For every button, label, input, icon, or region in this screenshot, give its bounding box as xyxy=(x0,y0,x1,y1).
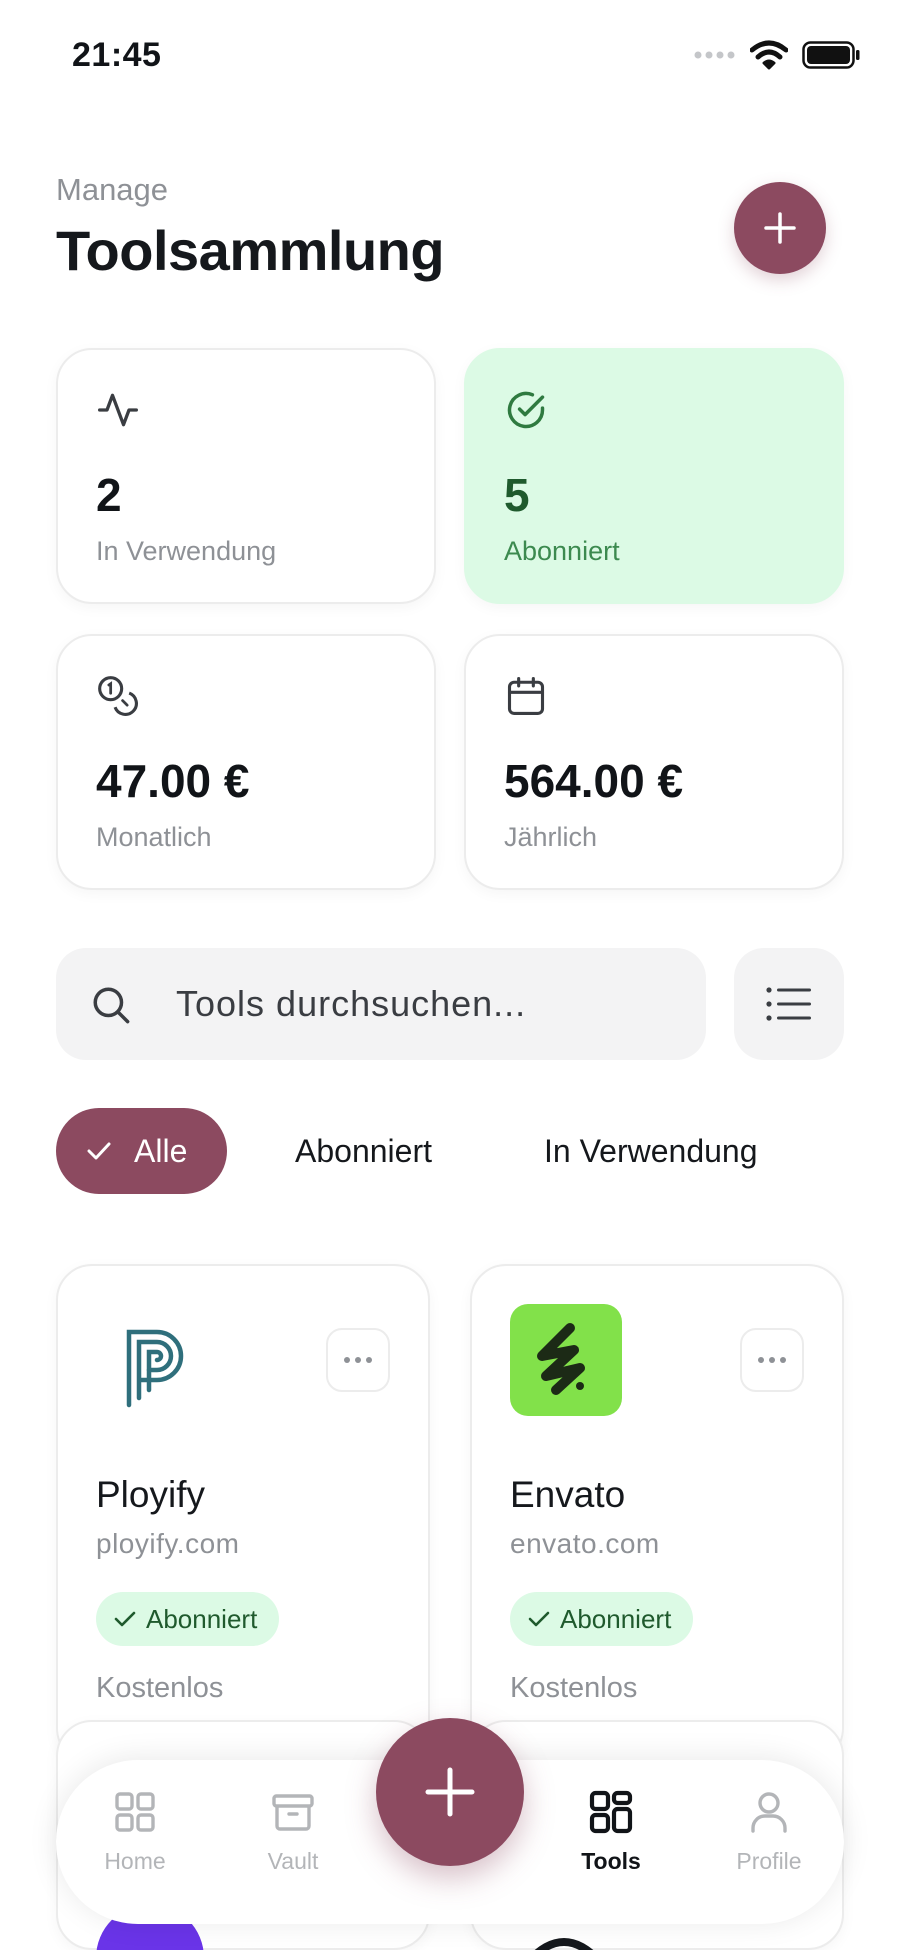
tool-card-ployify[interactable]: Ployify ployify.com Abonniert Kostenlos xyxy=(56,1264,430,1764)
search-input[interactable] xyxy=(176,948,676,1060)
stat-value: 5 xyxy=(504,469,530,521)
filter-chip-in-use[interactable]: In Verwendung xyxy=(544,1108,758,1194)
nav-item-vault[interactable]: Vault xyxy=(228,1788,358,1875)
tool-name: Ployify xyxy=(96,1474,205,1515)
nav-item-profile[interactable]: Profile xyxy=(704,1788,834,1875)
nav-label: Vault xyxy=(267,1848,319,1874)
fab-add-button[interactable] xyxy=(376,1718,524,1866)
more-dot xyxy=(769,1357,775,1363)
nav-label: Tools xyxy=(581,1848,641,1874)
status-icons xyxy=(694,40,860,70)
tool-price: Kostenlos xyxy=(510,1672,638,1704)
check-circle-icon xyxy=(507,391,545,429)
status-bar: 21:45 xyxy=(0,0,900,110)
tool-price: Kostenlos xyxy=(96,1672,224,1704)
wifi-icon xyxy=(750,40,788,70)
more-options-button[interactable] xyxy=(740,1328,804,1392)
archive-icon xyxy=(272,1794,314,1831)
tool-card-envato[interactable]: Envato envato.com Abonniert Kostenlos xyxy=(470,1264,844,1764)
stat-label: Monatlich xyxy=(96,822,212,852)
battery-icon xyxy=(802,41,860,69)
signal-icon xyxy=(694,51,735,59)
filter-chip-label: Alle xyxy=(134,1132,188,1169)
stat-value: 47.00 € xyxy=(96,755,250,807)
add-tool-button[interactable] xyxy=(734,182,826,274)
check-icon xyxy=(87,1142,111,1160)
status-badge: Abonniert xyxy=(96,1592,280,1646)
page-title: Toolsammlung xyxy=(56,219,445,282)
nav-label: Home xyxy=(104,1848,166,1874)
tools-grid-icon xyxy=(589,1790,633,1834)
filter-chip-subscribed[interactable]: Abonniert xyxy=(295,1108,432,1194)
tool-domain: envato.com xyxy=(510,1528,660,1559)
ployify-logo xyxy=(96,1304,208,1416)
tool-domain: ployify.com xyxy=(96,1528,240,1559)
list-icon xyxy=(766,987,811,1021)
search-bar[interactable] xyxy=(56,948,706,1060)
more-dot xyxy=(780,1357,786,1363)
stat-value: 2 xyxy=(96,469,122,521)
status-badge-label: Abonniert xyxy=(146,1603,258,1634)
grid-icon xyxy=(115,1792,155,1832)
more-dot xyxy=(355,1357,361,1363)
stat-label: Abonniert xyxy=(504,536,620,566)
status-badge-label: Abonniert xyxy=(560,1603,672,1634)
stat-card-in-use[interactable]: 2 In Verwendung xyxy=(56,348,436,604)
coins-icon xyxy=(98,676,138,716)
plus-icon xyxy=(425,1767,475,1817)
tool-name: Envato xyxy=(510,1474,626,1515)
nav-label: Profile xyxy=(736,1848,802,1874)
stat-card-yearly[interactable]: 564.00 € Jährlich xyxy=(464,634,844,890)
stat-value: 564.00 € xyxy=(504,755,684,807)
plus-icon xyxy=(764,212,796,244)
header-subtitle: Manage xyxy=(56,172,169,207)
status-badge: Abonniert xyxy=(510,1592,694,1646)
filter-chip-all[interactable]: Alle xyxy=(56,1108,228,1194)
nav-item-tools[interactable]: Tools xyxy=(546,1788,676,1875)
filter-chip-label: In Verwendung xyxy=(544,1132,758,1169)
check-icon xyxy=(114,1611,136,1627)
nav-item-home[interactable]: Home xyxy=(70,1788,200,1875)
calendar-icon xyxy=(507,677,545,715)
more-dot xyxy=(344,1357,350,1363)
view-toggle-button[interactable] xyxy=(734,948,844,1060)
more-dot xyxy=(758,1357,764,1363)
more-options-button[interactable] xyxy=(326,1328,390,1392)
stat-label: In Verwendung xyxy=(96,536,277,566)
envato-logo xyxy=(510,1304,622,1416)
stat-label: Jährlich xyxy=(504,822,598,852)
user-icon xyxy=(751,1792,787,1833)
activity-icon xyxy=(98,393,138,427)
filter-chip-label: Abonniert xyxy=(295,1132,432,1169)
stat-card-monthly[interactable]: 47.00 € Monatlich xyxy=(56,634,436,890)
stat-card-subscribed[interactable]: 5 Abonniert xyxy=(464,348,844,604)
more-dot xyxy=(366,1357,372,1363)
check-icon xyxy=(528,1611,550,1627)
search-icon xyxy=(93,987,130,1024)
status-time: 21:45 xyxy=(72,36,162,74)
